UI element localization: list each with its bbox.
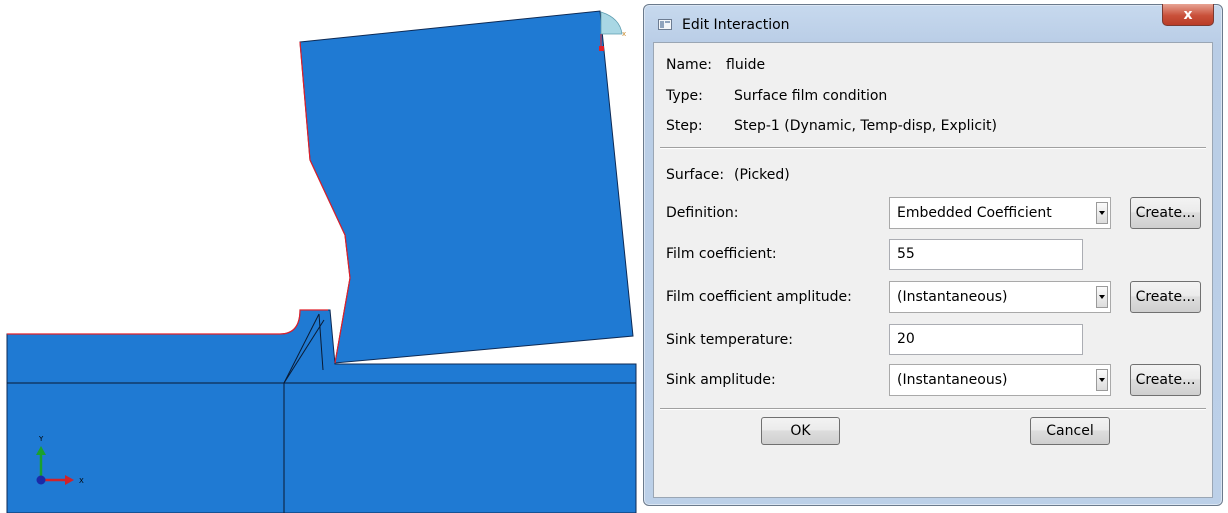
model-viewport[interactable]: x Y X	[0, 0, 642, 513]
step-label: Step:	[666, 118, 703, 134]
sink-amplitude-value: (Instantaneous)	[897, 372, 1008, 388]
film-coefficient-amplitude-select[interactable]: (Instantaneous)	[889, 281, 1111, 313]
chevron-down-icon[interactable]	[1096, 286, 1108, 308]
sink-amplitude-label: Sink amplitude:	[666, 372, 776, 388]
ok-button[interactable]: OK	[761, 417, 840, 445]
film-coefficient-amplitude-value: (Instantaneous)	[897, 289, 1008, 305]
close-button[interactable]: x	[1162, 4, 1214, 26]
reference-point-node	[599, 46, 604, 51]
cutting-tool-part	[299, 10, 634, 364]
edit-interaction-dialog: Edit Interaction x Name: fluide Type: Su…	[643, 4, 1223, 506]
film-coefficient-label: Film coefficient:	[666, 246, 777, 262]
reference-point-x-mark: x	[622, 30, 626, 38]
window-icon	[658, 19, 672, 30]
sink-temperature-input[interactable]: 20	[889, 324, 1083, 355]
sink-amplitude-select[interactable]: (Instantaneous)	[889, 364, 1111, 396]
film-coefficient-amplitude-create-button[interactable]: Create...	[1130, 281, 1201, 313]
sink-amplitude-create-button[interactable]: Create...	[1130, 364, 1201, 396]
triad-y-label: Y	[38, 435, 44, 443]
dialog-title: Edit Interaction	[682, 17, 790, 33]
surface-value: (Picked)	[734, 167, 790, 183]
name-value: fluide	[726, 57, 766, 73]
definition-select[interactable]: Embedded Coefficient	[889, 197, 1111, 229]
film-coefficient-value: 55	[897, 246, 915, 262]
film-coefficient-input[interactable]: 55	[889, 239, 1083, 270]
model-canvas: x Y X	[6, 10, 637, 513]
definition-label: Definition:	[666, 205, 739, 221]
step-value: Step-1 (Dynamic, Temp-disp, Explicit)	[734, 118, 997, 134]
chevron-down-icon[interactable]	[1096, 202, 1108, 224]
film-coefficient-amplitude-label: Film coefficient amplitude:	[666, 289, 852, 305]
footer-separator	[660, 408, 1206, 410]
name-label: Name:	[666, 57, 713, 73]
close-icon: x	[1183, 6, 1193, 23]
triad-x-label: X	[79, 477, 84, 485]
triad-origin	[36, 475, 46, 485]
header-separator	[660, 147, 1206, 149]
type-label: Type:	[666, 88, 703, 104]
surface-label: Surface:	[666, 167, 725, 183]
type-value: Surface film condition	[734, 88, 888, 104]
definition-select-value: Embedded Coefficient	[897, 205, 1052, 221]
dialog-titlebar[interactable]: Edit Interaction x	[644, 4, 1222, 37]
sink-temperature-value: 20	[897, 331, 915, 347]
chevron-down-icon[interactable]	[1096, 369, 1108, 391]
dialog-body: Name: fluide Type: Surface film conditio…	[653, 42, 1213, 498]
cancel-button[interactable]: Cancel	[1030, 417, 1110, 445]
workpiece-top-edge	[7, 309, 328, 335]
sink-temperature-label: Sink temperature:	[666, 332, 793, 348]
definition-create-button[interactable]: Create...	[1130, 197, 1201, 229]
reference-point-marker	[600, 11, 623, 35]
